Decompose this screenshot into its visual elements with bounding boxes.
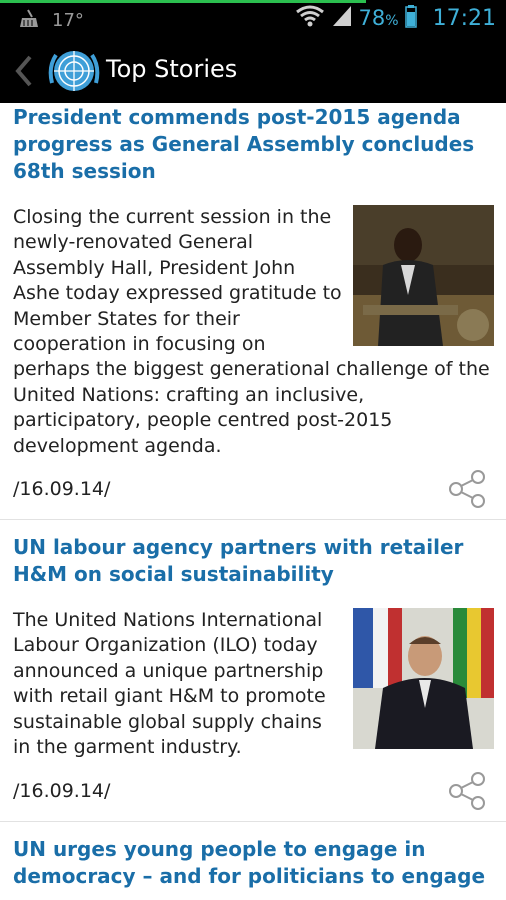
share-icon[interactable] [448,469,488,509]
battery-text: 78% [358,6,399,30]
story-body: The United Nations International Labour … [13,608,494,760]
story-meta: /16.09.14/ [13,761,494,821]
clock-text: 17:21 [432,5,496,31]
back-chevron-icon[interactable] [12,55,34,91]
status-bar: 17° 78% 17:21 [0,0,506,37]
story-summary: The United Nations International Labour … [13,609,326,759]
story-meta: /16.09.14/ [13,459,494,519]
story-date: /16.09.14/ [13,478,111,501]
story-photo[interactable] [353,205,494,346]
share-icon[interactable] [448,771,488,811]
story-headline[interactable]: UN labour agency partners with retailer … [13,520,494,588]
story-photo[interactable] [353,608,494,750]
story-headline[interactable]: President commends post-2015 agenda prog… [13,103,494,185]
un-emblem-icon[interactable] [46,47,102,99]
battery-icon [404,4,417,32]
wifi-icon [295,4,325,32]
status-progress-line [0,0,366,3]
story-item[interactable]: UN urges young people to engage in democ… [0,822,506,890]
story-item[interactable]: President commends post-2015 agenda prog… [0,103,506,521]
page-title: Top Stories [106,55,238,83]
signal-icon [331,4,353,32]
broom-icon [18,8,40,33]
temperature-text: 17° [52,10,84,31]
story-date: /16.09.14/ [13,779,111,802]
story-item[interactable]: UN labour agency partners with retailer … [0,520,506,822]
stories-list: President commends post-2015 agenda prog… [0,103,506,890]
story-body: Closing the current session in the newly… [13,205,494,459]
app-bar: Top Stories [0,37,506,103]
story-headline[interactable]: UN urges young people to engage in democ… [13,822,494,890]
